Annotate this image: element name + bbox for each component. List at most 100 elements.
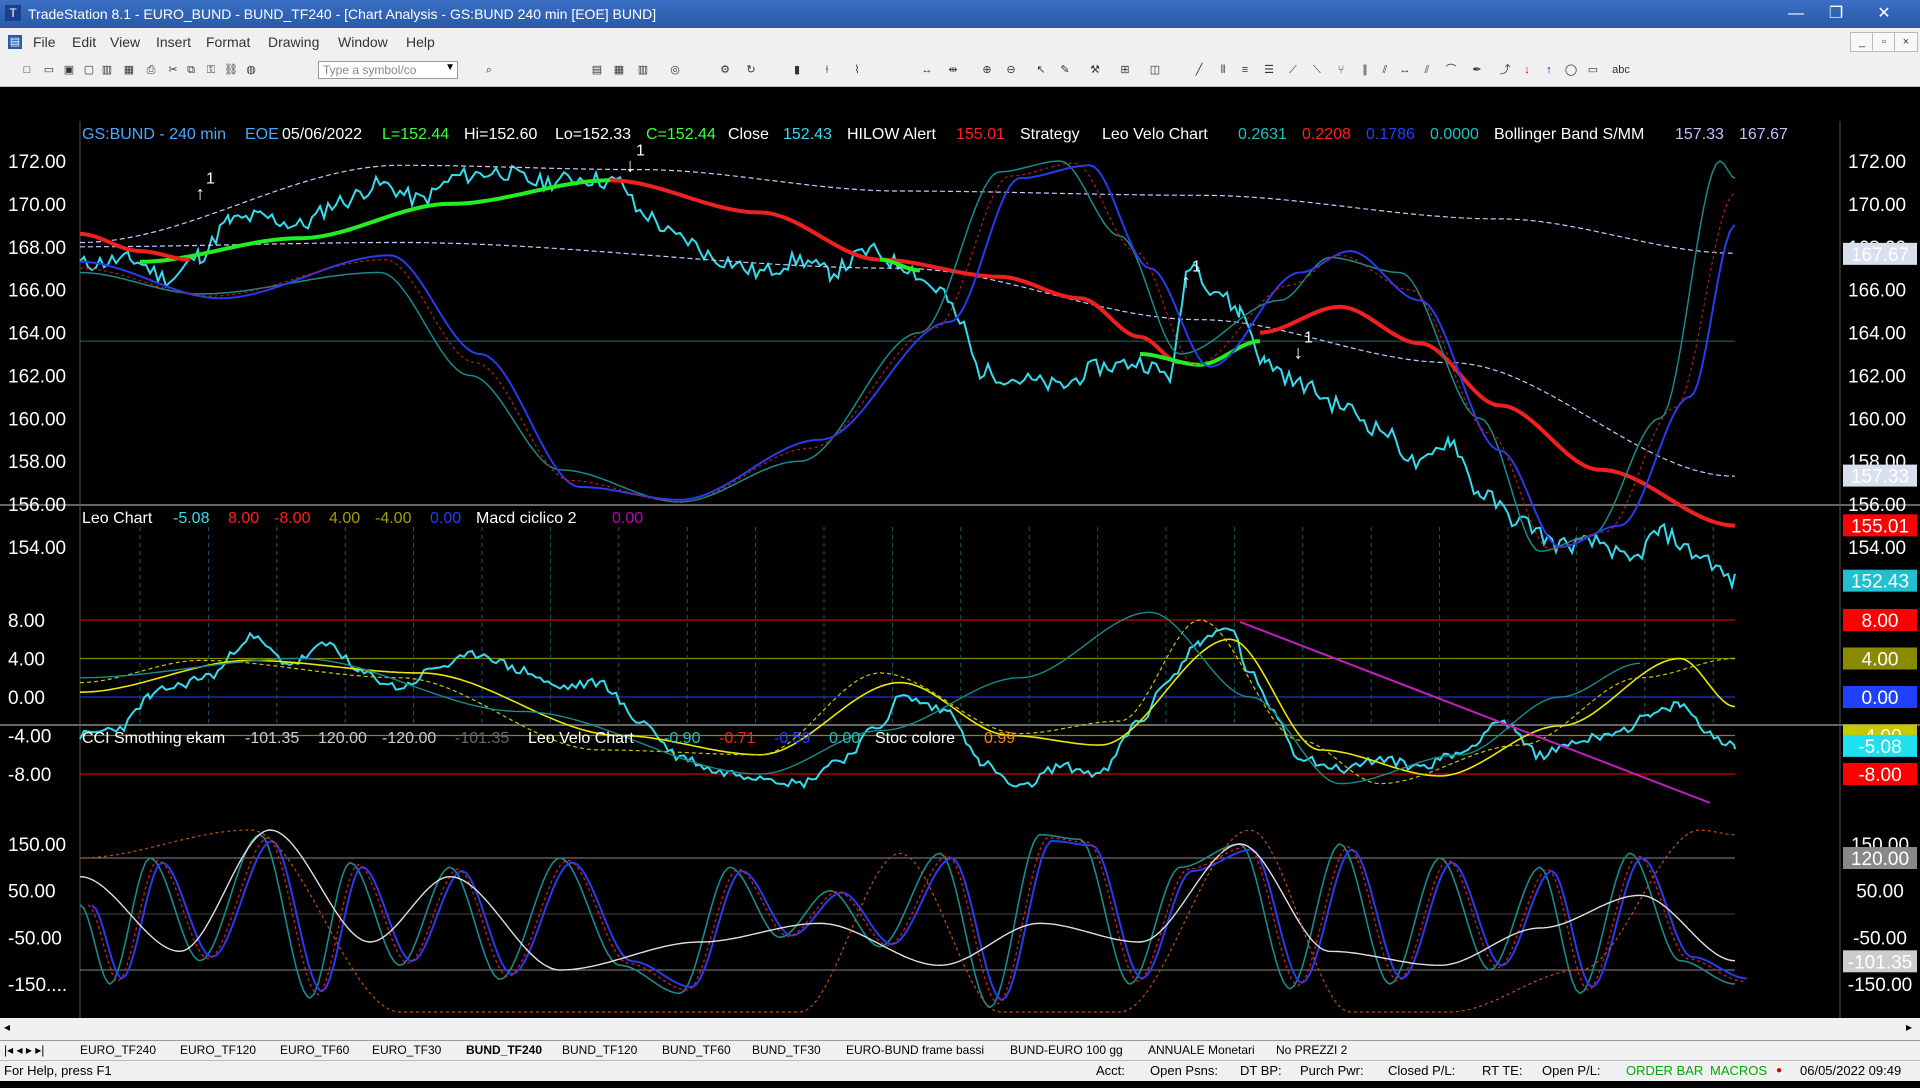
insert-analysis-icon[interactable]: ⊞	[1118, 63, 1132, 77]
price-legend-item: 155.01	[956, 126, 1005, 143]
tab-euro-tf30[interactable]: EURO_TF30	[372, 1043, 441, 1057]
y-tick-label-right: 164.00	[1848, 324, 1906, 345]
cci-badge: 120.00	[1851, 849, 1909, 870]
arc-icon[interactable]: ⌒	[1444, 63, 1458, 77]
text-tool-icon[interactable]: abc	[1610, 63, 1632, 77]
pointer-icon[interactable]: ↖	[1034, 63, 1048, 77]
tab-euro-tf240[interactable]: EURO_TF240	[80, 1043, 156, 1057]
bar-chart-icon[interactable]: ▮	[790, 63, 804, 77]
ellipse-icon[interactable]: ◯	[1564, 63, 1578, 77]
line-chart-icon[interactable]: ⌇	[850, 63, 864, 77]
pen-icon[interactable]: ✒	[1470, 63, 1484, 77]
zoom-in-icon[interactable]: ⊕	[980, 63, 994, 77]
cut-icon[interactable]: ✂	[166, 63, 180, 77]
menu-drawing[interactable]: Drawing	[268, 34, 319, 50]
globe-icon[interactable]: ◍	[244, 63, 258, 77]
save-icon[interactable]: ▦	[122, 63, 136, 77]
vertical-lines-icon[interactable]: ⦀	[1216, 63, 1230, 77]
rectangle-icon[interactable]: ▭	[1586, 63, 1600, 77]
mdi-close-button[interactable]: ×	[1894, 32, 1918, 52]
menu-window[interactable]: Window	[338, 34, 388, 50]
osc-legend-item: Leo Chart	[82, 510, 153, 527]
arrow-up-icon[interactable]: ↑	[1542, 63, 1556, 77]
compress-icon[interactable]: ⇹	[946, 63, 960, 77]
close-button[interactable]: ✕	[1864, 2, 1904, 26]
curve-icon[interactable]: ⤴	[1498, 63, 1512, 77]
expand-icon[interactable]: ↔	[920, 63, 934, 77]
price-legend-item: Hi=152.60	[464, 126, 537, 143]
chevron-down-icon[interactable]: ▼	[445, 62, 455, 73]
tab-bund-tf120[interactable]: BUND_TF120	[562, 1043, 637, 1057]
regression-icon[interactable]: ∥	[1358, 63, 1372, 77]
menu-view[interactable]: View	[110, 34, 140, 50]
scroll-right-icon[interactable]: ▸	[1906, 1020, 1912, 1034]
chart-analysis[interactable]: 172.00172.00170.00170.00168.00168.00166.…	[0, 86, 1920, 1088]
price-legend-item: 152.43	[783, 126, 832, 143]
tab-euro-bund-frame-bassi[interactable]: EURO-BUND frame bassi	[846, 1043, 984, 1057]
matrix-icon[interactable]: ▦	[612, 63, 626, 77]
macros-button[interactable]: MACROS	[1710, 1063, 1767, 1078]
zoom-out-icon[interactable]: ⊖	[1004, 63, 1018, 77]
mdi-minimize-button[interactable]: _	[1850, 32, 1874, 52]
menu-edit[interactable]: Edit	[72, 34, 96, 50]
tools-icon[interactable]: ⚒	[1088, 63, 1102, 77]
tab-bund-tf60[interactable]: BUND_TF60	[662, 1043, 731, 1057]
andrews-pitchfork-icon[interactable]: ⑂	[1334, 63, 1348, 77]
y-tick-label-right: 172.00	[1848, 152, 1906, 173]
order-bar-button[interactable]: ORDER BAR	[1626, 1063, 1703, 1078]
menu-format[interactable]: Format	[206, 34, 250, 50]
open-icon[interactable]: ▭	[42, 63, 56, 77]
osc-legend-item: -8.00	[274, 510, 311, 527]
copy-icon[interactable]: ⧉	[184, 63, 198, 77]
table-icon[interactable]: ▥	[636, 63, 650, 77]
horizontal-lines-icon[interactable]: ≡	[1238, 63, 1252, 77]
find-icon[interactable]: ⌕	[482, 63, 496, 77]
scroll-left-icon[interactable]: ◂	[4, 1020, 10, 1034]
parallel-lines-icon[interactable]: ⫽	[1420, 63, 1434, 77]
tab-nav-first-icon[interactable]: |◂ ◂ ▸ ▸|	[4, 1043, 44, 1057]
lock-icon[interactable]: ⚿	[204, 63, 218, 77]
symbol-input[interactable]: Type a symbol/co ▼	[318, 61, 458, 79]
tab-euro-tf120[interactable]: EURO_TF120	[180, 1043, 256, 1057]
gann-fan-icon[interactable]: ⟋	[1286, 63, 1300, 77]
app-icon: T	[5, 5, 21, 21]
candle-icon[interactable]: ⍿	[820, 63, 834, 77]
chart-doc-icon[interactable]: ▤	[8, 35, 22, 49]
window-icon[interactable]: ▢	[82, 63, 96, 77]
resize-horizontal-icon[interactable]: ↔	[1398, 63, 1412, 77]
tab-bund-tf240[interactable]: BUND_TF240	[466, 1043, 542, 1057]
tab-annuale-monetari[interactable]: ANNUALE Monetari	[1148, 1043, 1255, 1057]
refresh-icon[interactable]: ↻	[744, 63, 758, 77]
properties-icon[interactable]: ◫	[1148, 63, 1162, 77]
channel-icon[interactable]: ⫽	[1378, 63, 1392, 77]
horizontal-scrollbar[interactable]: ◂ ▸	[0, 1018, 1920, 1040]
trendline-icon[interactable]: ╱	[1192, 63, 1206, 77]
new-icon[interactable]: □	[20, 63, 34, 77]
y-tick-label-right: 162.00	[1848, 366, 1906, 387]
quote-icon[interactable]: ▤	[590, 63, 604, 77]
menu-file[interactable]: File	[33, 34, 56, 50]
menu-bar: ▤ File Edit View Insert Format Drawing W…	[0, 28, 1920, 57]
fibonacci-icon[interactable]: ☰	[1262, 63, 1276, 77]
tab-no-prezzi-2[interactable]: No PREZZI 2	[1276, 1043, 1347, 1057]
menu-help[interactable]: Help	[406, 34, 435, 50]
arrow-down-icon[interactable]: ↓	[1520, 63, 1534, 77]
link-icon[interactable]: ⛓	[224, 63, 238, 77]
tab-euro-tf60[interactable]: EURO_TF60	[280, 1043, 349, 1057]
speed-lines-icon[interactable]: ⟍	[1310, 63, 1324, 77]
y-tick-label-right: 156.00	[1848, 495, 1906, 516]
tab-bund-euro-100gg[interactable]: BUND-EURO 100 gg	[1010, 1043, 1123, 1057]
menu-insert[interactable]: Insert	[156, 34, 191, 50]
restore-button[interactable]: ❐	[1816, 2, 1856, 26]
data-tips-icon[interactable]: ✎	[1058, 63, 1072, 77]
radar-icon[interactable]: ◎	[668, 63, 682, 77]
tab-bund-tf30[interactable]: BUND_TF30	[752, 1043, 821, 1057]
workspace-icon[interactable]: ▣	[62, 63, 76, 77]
y-tick-label: 50.00	[8, 882, 56, 903]
gear-icon[interactable]: ⚙	[718, 63, 732, 77]
minimize-button[interactable]: —	[1776, 2, 1816, 26]
tile-icon[interactable]: ▥	[100, 63, 114, 77]
mdi-restore-button[interactable]: ▫	[1872, 32, 1896, 52]
trade-marker-label: 1	[1304, 329, 1313, 346]
print-icon[interactable]: ⎙	[144, 63, 158, 77]
